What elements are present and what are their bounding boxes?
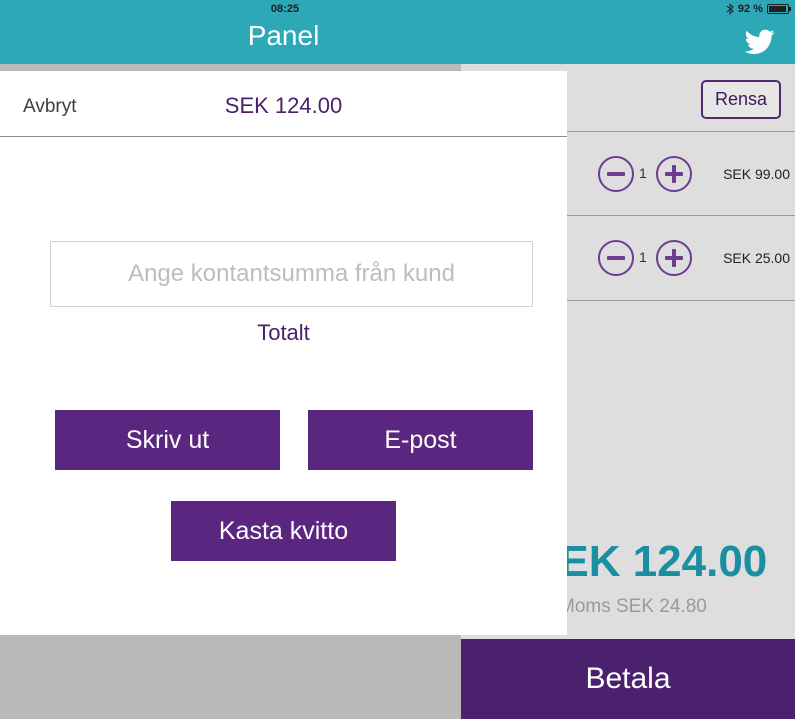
cash-payment-modal: Avbryt SEK 124.00 Totalt Skriv ut E-post… [0, 71, 567, 635]
minus-icon[interactable] [598, 156, 634, 192]
total-label: Totalt [257, 320, 310, 345]
plus-icon[interactable] [656, 156, 692, 192]
vat-amount: Moms SEK 24.80 [559, 596, 707, 617]
modal-amount: SEK 124.00 [224, 93, 343, 118]
item-price: SEK 25.00 [723, 250, 790, 266]
status-indicators: 92 % [726, 3, 791, 15]
app-header: 08:25 92 % Panel [0, 0, 795, 64]
item-quantity: 1 [639, 249, 647, 265]
discard-receipt-button[interactable]: Kasta kvitto [171, 501, 396, 561]
clear-cart-button[interactable]: Rensa [701, 80, 781, 119]
print-receipt-button[interactable]: Skriv ut [55, 410, 280, 470]
battery-fill [769, 6, 786, 12]
plus-icon[interactable] [656, 240, 692, 276]
status-bar: 08:25 92 % [0, 0, 795, 20]
item-quantity: 1 [639, 165, 647, 181]
minus-icon[interactable] [598, 240, 634, 276]
page-title: Panel [247, 20, 320, 51]
email-receipt-button[interactable]: E-post [308, 410, 533, 470]
battery-percent: 92 % [737, 3, 763, 15]
modal-header: Avbryt SEK 124.00 [0, 71, 567, 137]
bluetooth-icon [726, 3, 734, 15]
pay-button[interactable]: Betala [461, 639, 795, 719]
cash-amount-input[interactable] [50, 241, 533, 307]
status-time: 08:25 [270, 3, 300, 15]
item-price: SEK 99.00 [723, 166, 790, 182]
twitter-icon[interactable] [745, 29, 775, 55]
battery-icon [767, 4, 791, 14]
